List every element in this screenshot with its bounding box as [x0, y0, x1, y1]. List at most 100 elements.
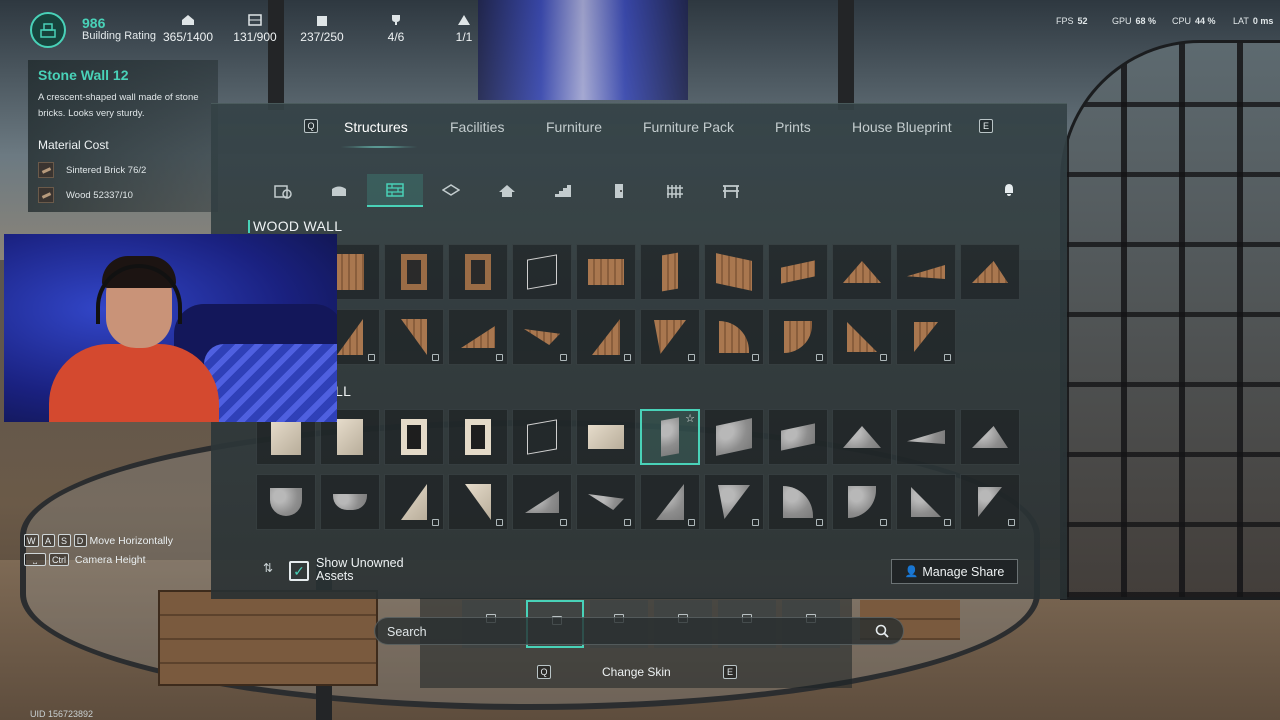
subcat-recent[interactable]: [255, 174, 311, 207]
active-tab-indicator: [339, 146, 419, 148]
wall-item[interactable]: [448, 474, 508, 530]
wall-item[interactable]: [832, 244, 892, 300]
wall-item[interactable]: [704, 244, 764, 300]
gpu-readout: GPU 68 %: [1112, 16, 1157, 26]
wall-item[interactable]: [832, 474, 892, 530]
wall-item[interactable]: [384, 474, 444, 530]
favorite-star-icon[interactable]: ☆: [685, 412, 695, 425]
share-person-icon: 👤: [904, 566, 919, 578]
wall-item[interactable]: [384, 409, 444, 465]
wall-item[interactable]: [768, 244, 828, 300]
subcat-floor[interactable]: [423, 174, 479, 207]
wall-item[interactable]: [512, 244, 572, 300]
show-unowned-checkbox[interactable]: ✓: [289, 561, 309, 581]
wall-item[interactable]: [512, 309, 572, 365]
subcat-stairs[interactable]: [535, 174, 591, 207]
wall-item[interactable]: [640, 309, 700, 365]
wall-item[interactable]: [896, 409, 956, 465]
wall-item[interactable]: [576, 244, 636, 300]
control-hints: WASD Move Horizontally ⎵ Ctrl Camera Heig…: [24, 531, 173, 569]
wall-item[interactable]: [448, 244, 508, 300]
frame-icon: [723, 184, 739, 198]
sort-toggle-icon[interactable]: ⇅: [259, 561, 277, 579]
material-cost-label: Material Cost: [38, 138, 109, 152]
subcat-roof[interactable]: [479, 174, 535, 207]
foundation-icon: [332, 186, 346, 196]
player-uid: UID 156723892: [30, 709, 94, 719]
prev-tab-key[interactable]: Q: [304, 119, 318, 133]
move-hint: WASD Move Horizontally: [24, 531, 173, 550]
tab-furniture-pack[interactable]: Furniture Pack: [643, 119, 734, 135]
wall-item[interactable]: [768, 409, 828, 465]
material-row: Sintered Brick 76/2: [38, 162, 146, 178]
building-rating-icon: [30, 12, 66, 48]
glass-dome: [1060, 40, 1280, 600]
sintered-brick-icon: [38, 162, 54, 178]
next-skin-key[interactable]: E: [723, 665, 737, 679]
wall-item[interactable]: [704, 409, 764, 465]
wall-item[interactable]: [384, 309, 444, 365]
wall-item[interactable]: [960, 409, 1020, 465]
wall-item[interactable]: [448, 409, 508, 465]
wall-item[interactable]: [576, 309, 636, 365]
latency-readout: LAT 0 ms: [1233, 16, 1274, 26]
subcat-frame[interactable]: [703, 174, 759, 207]
clock-icon: [274, 184, 292, 199]
wall-item[interactable]: [640, 474, 700, 530]
tab-furniture[interactable]: Furniture: [546, 119, 602, 135]
subcat-fence[interactable]: [647, 174, 703, 207]
subcat-door[interactable]: [591, 174, 647, 207]
cabinet-icon: [248, 14, 262, 26]
show-unowned-label: Show Unowned Assets: [316, 556, 404, 583]
subcat-wall[interactable]: [367, 174, 423, 207]
house-icon: [182, 15, 194, 25]
stat-structures: 365/1400: [158, 14, 218, 46]
wall-item[interactable]: [896, 244, 956, 300]
wall-item[interactable]: [256, 474, 316, 530]
wall-item-selected[interactable]: ☆: [640, 409, 700, 465]
wall-item[interactable]: [512, 474, 572, 530]
category-tabs: Q Structures Facilities Furniture Furnit…: [211, 104, 1067, 150]
camera-hint: ⎵ Ctrl Camera Height: [24, 550, 173, 569]
stat-special: 1/1: [446, 14, 482, 46]
wall-item[interactable]: [320, 474, 380, 530]
wooden-crate: [158, 590, 378, 686]
wall-item[interactable]: [896, 474, 956, 530]
wall-item[interactable]: [832, 309, 892, 365]
stairs-icon: [555, 184, 571, 197]
subcat-foundation[interactable]: [311, 174, 367, 207]
wall-item[interactable]: [832, 409, 892, 465]
wall-item[interactable]: [960, 244, 1020, 300]
search-icon[interactable]: [875, 624, 889, 638]
building-rating-label: Building Rating: [82, 30, 156, 42]
prev-skin-key[interactable]: Q: [537, 665, 551, 679]
tent-icon: [458, 15, 470, 25]
fps-readout: FPS 52: [1056, 16, 1088, 26]
tab-structures[interactable]: Structures: [344, 119, 408, 135]
wall-item[interactable]: [768, 309, 828, 365]
top-hud: 986 Building Rating 365/1400 131/900 237…: [0, 0, 1280, 50]
wall-item[interactable]: [384, 244, 444, 300]
wall-item[interactable]: [448, 309, 508, 365]
building-rating-value: 986: [82, 15, 106, 31]
wall-item[interactable]: [768, 474, 828, 530]
wall-item[interactable]: [704, 309, 764, 365]
wall-item[interactable]: [896, 309, 956, 365]
tab-facilities[interactable]: Facilities: [450, 119, 504, 135]
manage-share-button[interactable]: 👤 Manage Share: [891, 559, 1018, 584]
wall-item[interactable]: [576, 409, 636, 465]
tab-house-blueprint[interactable]: House Blueprint: [852, 119, 952, 135]
wall-item[interactable]: [640, 244, 700, 300]
tab-prints[interactable]: Prints: [775, 119, 811, 135]
wall-item[interactable]: [576, 474, 636, 530]
streamer-webcam: [4, 234, 337, 422]
wall-item[interactable]: [704, 474, 764, 530]
search-input[interactable]: [387, 623, 827, 641]
stone-wall-grid: ☆: [256, 409, 1020, 530]
section-title-wood-wall: WOOD WALL: [247, 218, 343, 234]
wood-wall-grid: [256, 244, 1020, 365]
bell-icon[interactable]: [1001, 182, 1017, 198]
next-tab-key[interactable]: E: [979, 119, 993, 133]
wall-item[interactable]: [512, 409, 572, 465]
wall-item[interactable]: [960, 474, 1020, 530]
